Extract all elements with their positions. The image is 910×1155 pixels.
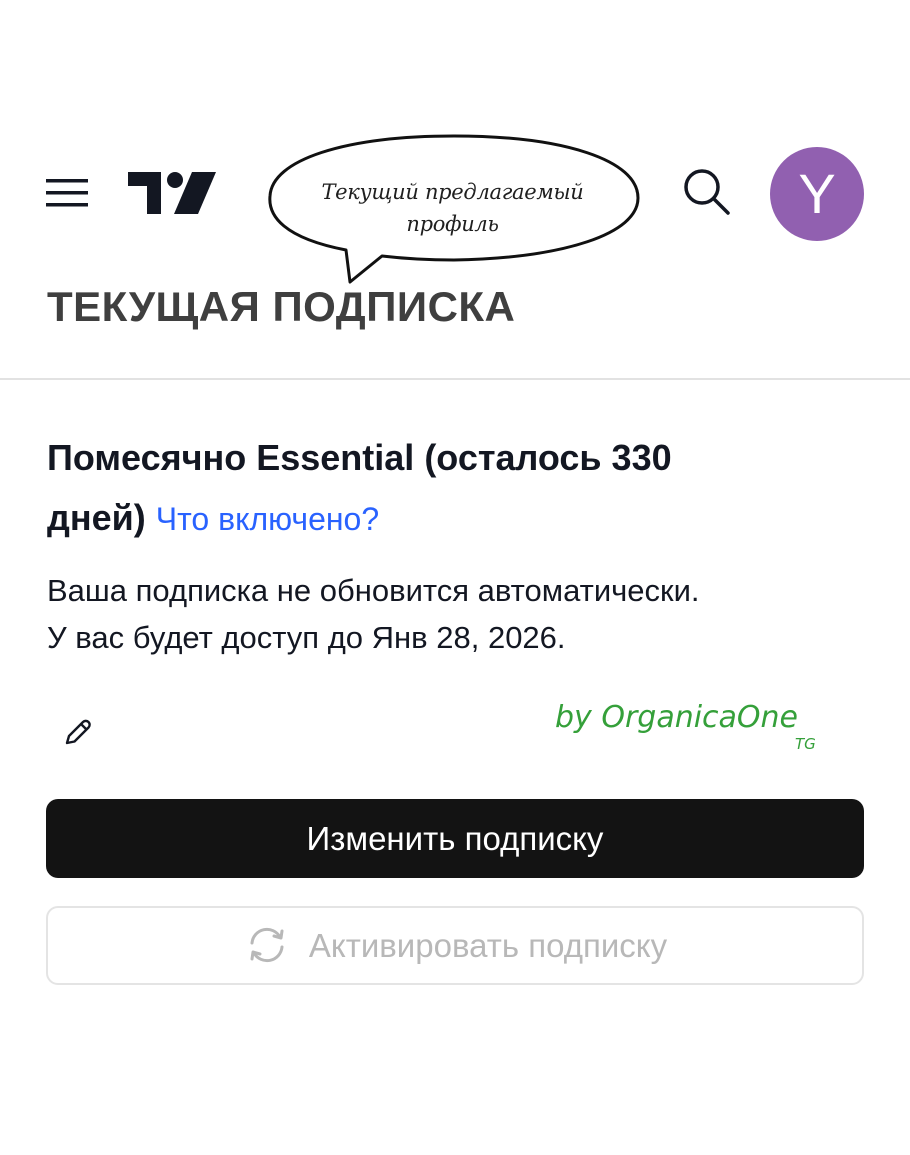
pencil-icon[interactable] — [62, 716, 94, 748]
callout-line-2: профиль — [406, 212, 499, 236]
callout-text: Текущий предлагаемый профиль — [300, 176, 605, 240]
tradingview-logo[interactable] — [128, 170, 216, 216]
menu-icon[interactable] — [46, 177, 88, 209]
plan-title: Помесячно Essential (осталось 330 дней) … — [47, 428, 847, 549]
search-icon[interactable] — [680, 165, 732, 217]
plan-title-line-2: дней) Что включено? — [47, 488, 847, 549]
divider — [0, 378, 910, 380]
section-title: ТЕКУЩАЯ ПОДПИСКА — [47, 283, 516, 330]
subscription-page: Текущий предлагаемый профиль Y ТЕКУЩАЯ П… — [0, 0, 910, 1155]
plan-title-line-1: Помесячно Essential (осталось 330 — [47, 437, 672, 478]
change-subscription-button[interactable]: Изменить подписку — [46, 799, 864, 878]
refresh-icon — [250, 928, 284, 963]
activate-subscription-button: Активировать подписку — [46, 906, 864, 985]
callout-line-1: Текущий предлагаемый — [321, 180, 584, 204]
watermark-suffix: TG — [795, 735, 816, 753]
plan-title-days: дней) — [47, 497, 146, 538]
watermark: by OrganicaOne — [555, 700, 799, 735]
description-line-2: У вас будет доступ до Янв 28, 2026. — [47, 620, 566, 655]
subscription-description: Ваша подписка не обновится автоматически… — [47, 567, 887, 661]
whats-included-link[interactable]: Что включено? — [156, 501, 379, 537]
description-line-1: Ваша подписка не обновится автоматически… — [47, 573, 700, 608]
avatar[interactable]: Y — [770, 147, 864, 241]
activate-subscription-label: Активировать подписку — [308, 927, 668, 964]
